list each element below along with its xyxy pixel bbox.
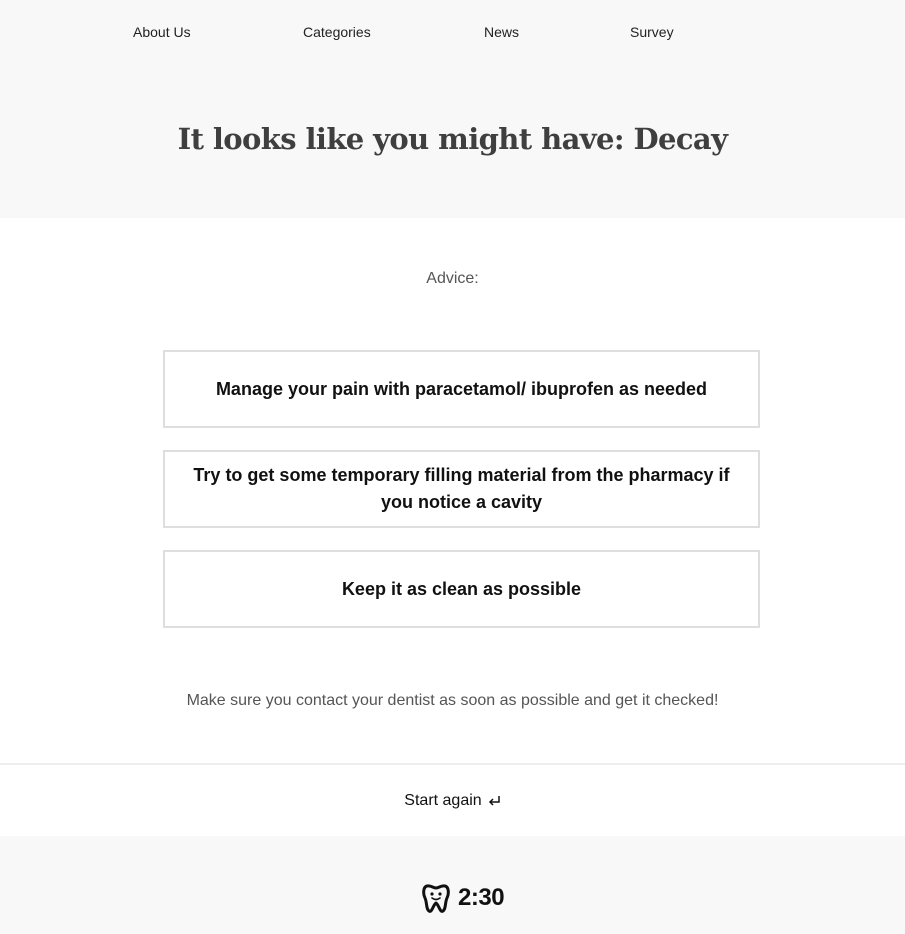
header-band: About Us Categories News Survey It looks… [0, 0, 905, 218]
tooth-icon [422, 884, 450, 913]
page-title: It looks like you might have: Decay [177, 122, 728, 156]
nav-about-us[interactable]: About Us [133, 24, 191, 40]
nav-categories[interactable]: Categories [303, 24, 371, 40]
start-again-button[interactable]: Start again [404, 792, 500, 810]
advice-item: Manage your pain with paracetamol/ ibupr… [163, 350, 760, 428]
main-nav: About Us Categories News Survey [0, 24, 905, 44]
nav-survey[interactable]: Survey [630, 24, 674, 40]
site-logo[interactable]: 2:30 [422, 883, 505, 913]
footer: 2:30 [0, 836, 905, 934]
advice-section: Advice: Manage your pain with paracetamo… [0, 218, 905, 763]
nav-news[interactable]: News [484, 24, 519, 40]
return-arrow-icon [488, 795, 500, 806]
restart-row: Start again [0, 765, 905, 836]
logo-text: 2:30 [458, 884, 505, 911]
start-again-label: Start again [404, 791, 482, 809]
advice-item: Keep it as clean as possible [163, 550, 760, 628]
advice-label: Advice: [426, 270, 479, 287]
advice-item: Try to get some temporary filling materi… [163, 450, 760, 528]
contact-dentist-note: Make sure you contact your dentist as so… [186, 692, 719, 709]
